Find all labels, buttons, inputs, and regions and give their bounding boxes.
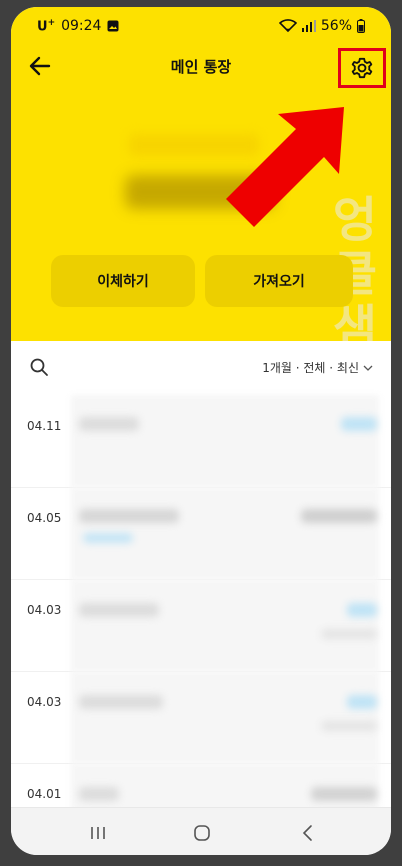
list-item[interactable]: 04.03 xyxy=(11,579,391,672)
list-item[interactable]: 04.03 xyxy=(11,671,391,764)
transaction-date: 04.05 xyxy=(27,511,62,525)
transaction-details-redacted xyxy=(71,671,379,763)
time-label: 09:24 xyxy=(61,18,102,35)
home-icon[interactable] xyxy=(189,820,215,846)
transaction-details-redacted xyxy=(71,579,379,671)
transaction-date: 04.03 xyxy=(27,695,62,709)
transaction-date: 04.11 xyxy=(27,419,62,433)
transaction-filter-bar: 1개월 · 전체 · 최신 xyxy=(11,341,391,396)
battery-label: 56% xyxy=(320,18,352,34)
transaction-date: 04.03 xyxy=(27,603,62,617)
phone-screen: U+ 09:24 56% 메인 통장 엉클샘 이체하기 가져오기 1개월 · 전… xyxy=(11,7,391,855)
chevron-down-icon xyxy=(363,365,373,371)
battery-icon xyxy=(357,19,365,33)
filter-label: 1개월 · 전체 · 최신 xyxy=(262,361,359,375)
gallery-notification-icon xyxy=(107,20,119,32)
gear-icon[interactable] xyxy=(349,55,375,81)
filter-dropdown[interactable]: 1개월 · 전체 · 최신 xyxy=(262,359,373,376)
transaction-date: 04.01 xyxy=(27,787,62,801)
list-item[interactable]: 04.11 xyxy=(11,395,391,488)
list-item[interactable]: 04.05 xyxy=(11,487,391,580)
transfer-button[interactable]: 이체하기 xyxy=(51,255,195,307)
system-navigation-bar xyxy=(11,807,391,855)
app-bar: 메인 통장 xyxy=(11,45,391,88)
settings-highlight-box xyxy=(338,48,386,88)
page-title: 메인 통장 xyxy=(170,58,232,76)
transaction-details-redacted xyxy=(71,395,379,487)
transaction-list: 04.11 04.05 04.03 04.03 04.01 xyxy=(11,395,391,823)
import-button[interactable]: 가져오기 xyxy=(205,255,353,307)
back-nav-icon[interactable] xyxy=(295,820,321,846)
recent-apps-icon[interactable] xyxy=(85,820,111,846)
carrier-label: U+ xyxy=(37,18,56,35)
wifi-icon xyxy=(278,19,297,33)
search-icon[interactable] xyxy=(29,357,49,377)
status-bar: U+ 09:24 56% xyxy=(11,7,391,45)
signal-icon xyxy=(301,20,316,32)
